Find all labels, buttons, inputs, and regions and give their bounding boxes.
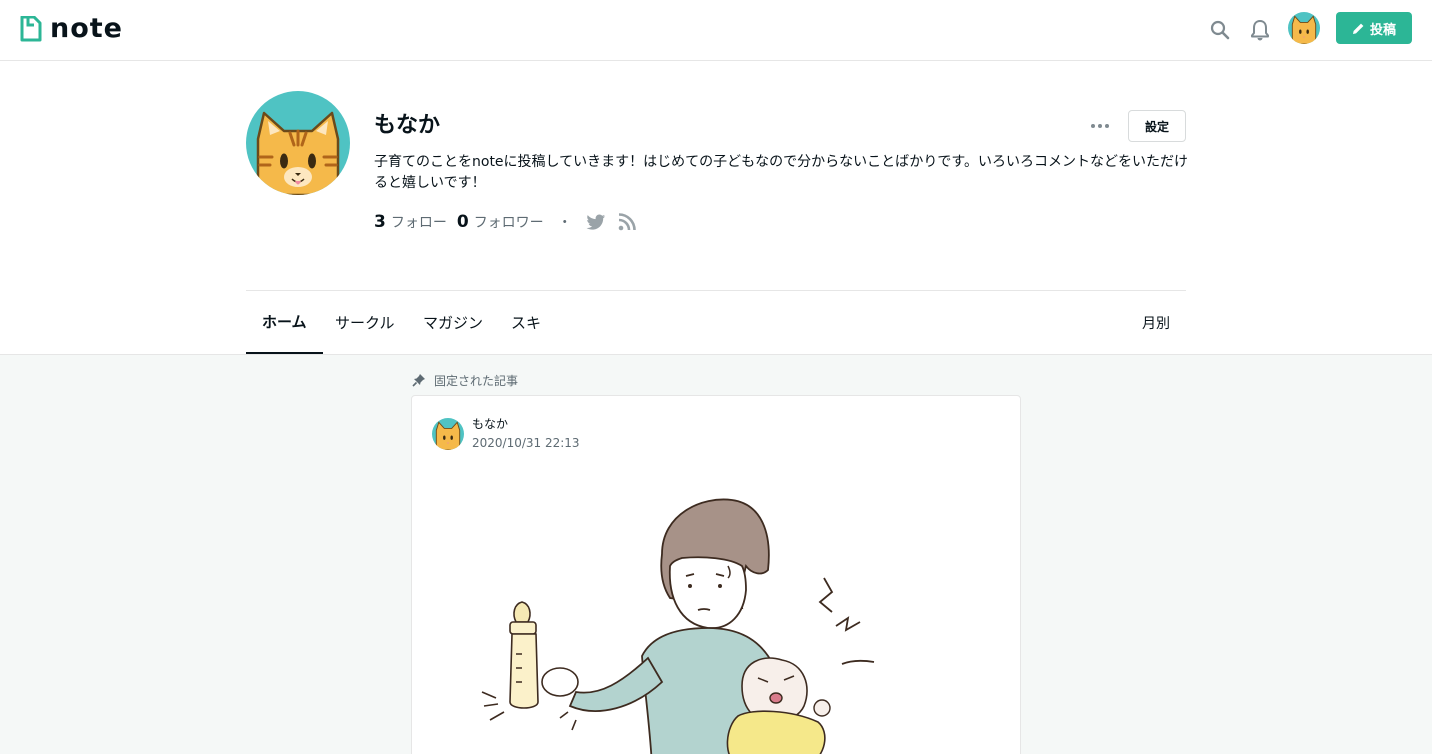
profile-bio: 子育てのことをnoteに投稿していきます！はじめての子どもなので分からないことば… xyxy=(374,154,1188,191)
post-button[interactable]: 投稿 xyxy=(1336,12,1412,44)
user-avatar[interactable] xyxy=(1288,12,1320,44)
pinned-header: 固定された記事 xyxy=(412,371,518,389)
monthly-archive-button[interactable]: 月別 xyxy=(1126,291,1186,354)
follower-label[interactable]: フォロワー xyxy=(474,212,544,232)
settings-button[interactable]: 設定 xyxy=(1128,110,1186,142)
pin-icon xyxy=(412,374,425,387)
search-icon[interactable] xyxy=(1206,16,1234,44)
bell-icon[interactable] xyxy=(1246,16,1274,44)
top-navigation-bar: note 投稿 xyxy=(0,0,1432,61)
tab-magazine[interactable]: マガジン xyxy=(407,291,499,354)
profile-tabs: ホーム サークル マガジン スキ 月別 xyxy=(246,290,1186,354)
pinned-label: 固定された記事 xyxy=(434,373,519,388)
profile-stats: 3 フォロー 0 フォロワー ・ xyxy=(374,210,648,234)
content-area: 固定された記事 もなか 2020/10/31 22:13 xyxy=(0,354,1432,754)
follow-label[interactable]: フォロー xyxy=(391,212,447,232)
profile-avatar xyxy=(246,91,350,195)
follow-count[interactable]: 3 xyxy=(374,212,386,232)
twitter-icon[interactable] xyxy=(586,214,606,231)
tab-likes[interactable]: スキ xyxy=(495,291,557,354)
article-thumbnail-illustration[interactable] xyxy=(412,486,1020,754)
note-logo-icon xyxy=(20,15,42,42)
separator: ・ xyxy=(557,215,572,231)
pinned-article-card[interactable]: もなか 2020/10/31 22:13 xyxy=(411,395,1021,754)
pencil-icon xyxy=(1352,23,1364,34)
logo-text: note xyxy=(50,13,123,44)
tab-circle[interactable]: サークル xyxy=(319,291,411,354)
note-logo[interactable]: note xyxy=(20,15,123,43)
card-date: 2020/10/31 22:13 xyxy=(472,436,580,450)
card-author-avatar[interactable] xyxy=(432,418,464,450)
post-button-label: 投稿 xyxy=(1369,22,1396,38)
rss-icon[interactable] xyxy=(618,213,636,231)
follower-count[interactable]: 0 xyxy=(457,212,469,232)
card-author-name[interactable]: もなか xyxy=(472,416,508,432)
tab-home[interactable]: ホーム xyxy=(246,291,323,354)
profile-name: もなか xyxy=(374,113,441,138)
more-options-icon[interactable] xyxy=(1086,112,1114,140)
